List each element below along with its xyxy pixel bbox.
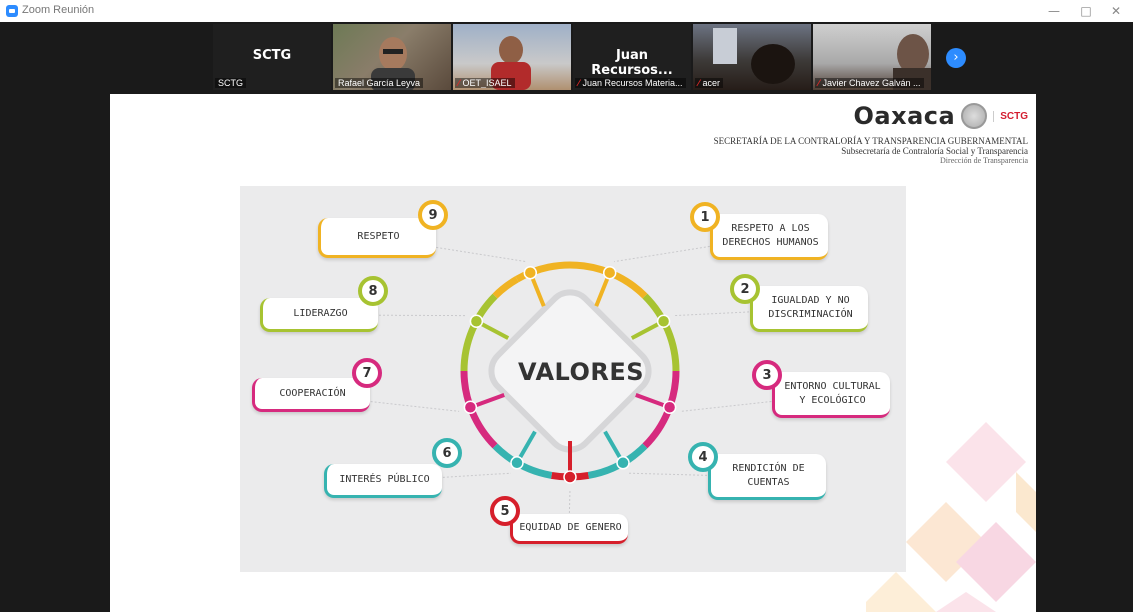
value-label: RESPETO: [357, 230, 400, 242]
ring-dot: [662, 400, 677, 415]
value-card-2: IGUALDAD Y NO DISCRIMINACIÓN: [750, 286, 868, 332]
value-number-badge: 7: [352, 358, 382, 388]
muted-mic-icon: ⁄: [458, 78, 460, 88]
ring-segment: [642, 293, 680, 372]
ring-dot: [469, 314, 484, 328]
ring-dot: [523, 265, 538, 280]
value-label: RESPETO A LOS DERECHOS HUMANOS: [722, 222, 819, 248]
zoom-window: Zoom Reunión — □ ✕ SCTG SCTG Rafael Garc…: [0, 0, 1133, 612]
subsecretaria-name: Subsecretaría de Contraloría Social y Tr…: [841, 146, 1028, 156]
ring-spoke: [603, 430, 622, 459]
value-number-badge: 3: [752, 360, 782, 390]
zoom-logo-icon: [6, 5, 18, 17]
participant-tile[interactable]: Juan Recursos... ⁄ Juan Recursos Materia.…: [573, 24, 691, 90]
center-title: VALORES: [518, 358, 645, 386]
ring-dot: [563, 470, 577, 484]
participant-label: ⁄ Juan Recursos Materia...: [575, 78, 686, 88]
participant-tile[interactable]: Rafael García Leyva: [333, 24, 451, 90]
participant-tile[interactable]: ⁄ OET_ISAEL: [453, 24, 571, 90]
participant-name-large: Juan Recursos...: [591, 48, 673, 78]
sctg-logo: SCTG: [993, 110, 1028, 122]
ring-spoke: [594, 277, 610, 307]
oaxaca-logo: Oaxaca: [853, 102, 956, 130]
ring-spoke: [635, 393, 665, 408]
ring-segment: [460, 293, 498, 372]
direccion-name: Dirección de Transparencia: [940, 156, 1028, 165]
value-label: ENTORNO CULTURAL Y ECOLÓGICO: [784, 380, 881, 406]
ring-spoke: [518, 430, 537, 459]
participant-label: SCTG: [215, 78, 247, 88]
value-card-4: RENDICIÓN DE CUENTAS: [708, 454, 826, 500]
value-card-8: LIDERAZGO: [260, 298, 378, 332]
title-bar: Zoom Reunión — □ ✕: [0, 0, 1133, 22]
ring-dot: [463, 400, 478, 415]
muted-mic-icon: ⁄: [698, 78, 700, 88]
ring-spoke: [630, 322, 660, 340]
muted-mic-icon: ⁄: [578, 78, 580, 88]
ring-dot: [510, 456, 524, 470]
value-label: INTERÉS PÚBLICO: [339, 473, 430, 485]
value-number-badge: 1: [690, 202, 720, 232]
participant-name-large: SCTG: [252, 48, 292, 63]
value-number-badge: 9: [418, 200, 448, 230]
value-card-3: ENTORNO CULTURAL Y ECOLÓGICO: [772, 372, 890, 418]
value-label: EQUIDAD DE GENERO: [519, 521, 622, 533]
value-number-badge: 5: [490, 496, 520, 526]
participant-tile[interactable]: SCTG SCTG: [213, 24, 331, 90]
valores-infographic: VALORES RESPETO A LOS DERECHOS HUMANOS 1 I…: [240, 186, 906, 572]
value-card-5: EQUIDAD DE GENERO: [510, 514, 628, 544]
value-card-7: COOPERACIÓN: [252, 378, 370, 412]
ring-dot: [616, 456, 630, 470]
shared-screen-slide: Oaxaca SCTG SECRETARÍA DE LA CONTRALORÍA…: [110, 94, 1036, 612]
value-label: RENDICIÓN DE CUENTAS: [732, 462, 805, 488]
minimize-button[interactable]: —: [1042, 2, 1066, 20]
maximize-button[interactable]: □: [1074, 2, 1098, 20]
ring-dot: [656, 314, 671, 328]
value-number-badge: 2: [730, 274, 760, 304]
ring-dot: [602, 265, 617, 280]
participant-tile[interactable]: ⁄ Javier Chavez Galván ...: [813, 24, 931, 90]
slide-header: Oaxaca SCTG SECRETARÍA DE LA CONTRALORÍA…: [714, 102, 1028, 165]
participant-label: ⁄ OET_ISAEL: [455, 78, 515, 88]
agency-name: SECRETARÍA DE LA CONTRALORÍA Y TRANSPARE…: [713, 136, 1028, 146]
participant-tile[interactable]: ⁄ acer: [693, 24, 811, 90]
value-label: IGUALDAD Y NO DISCRIMINACIÓN: [768, 294, 853, 320]
value-number-badge: 8: [358, 276, 388, 306]
window-title: Zoom Reunión: [22, 4, 95, 16]
value-card-6: INTERÉS PÚBLICO: [324, 464, 442, 498]
ring-spoke: [530, 277, 546, 307]
state-seal-icon: [961, 103, 988, 129]
participant-label: ⁄ Javier Chavez Galván ...: [815, 78, 924, 88]
close-button[interactable]: ✕: [1104, 2, 1128, 20]
ring-segment: [492, 276, 519, 299]
ring-spoke: [475, 393, 505, 408]
value-card-1: RESPETO A LOS DERECHOS HUMANOS: [710, 214, 828, 260]
value-label: COOPERACIÓN: [279, 387, 346, 399]
muted-mic-icon: ⁄: [818, 78, 820, 88]
participant-label: Rafael García Leyva: [335, 78, 424, 88]
participant-strip: SCTG SCTG Rafael García Leyva ⁄ OET_ISAEL…: [0, 22, 1133, 92]
participant-label: ⁄ acer: [695, 78, 724, 88]
chevron-right-icon[interactable]: ›: [946, 48, 966, 68]
value-card-9: RESPETO: [318, 218, 436, 258]
value-label: LIDERAZGO: [293, 307, 348, 319]
ring-spoke: [480, 322, 510, 340]
value-number-badge: 6: [432, 438, 462, 468]
value-number-badge: 4: [688, 442, 718, 472]
